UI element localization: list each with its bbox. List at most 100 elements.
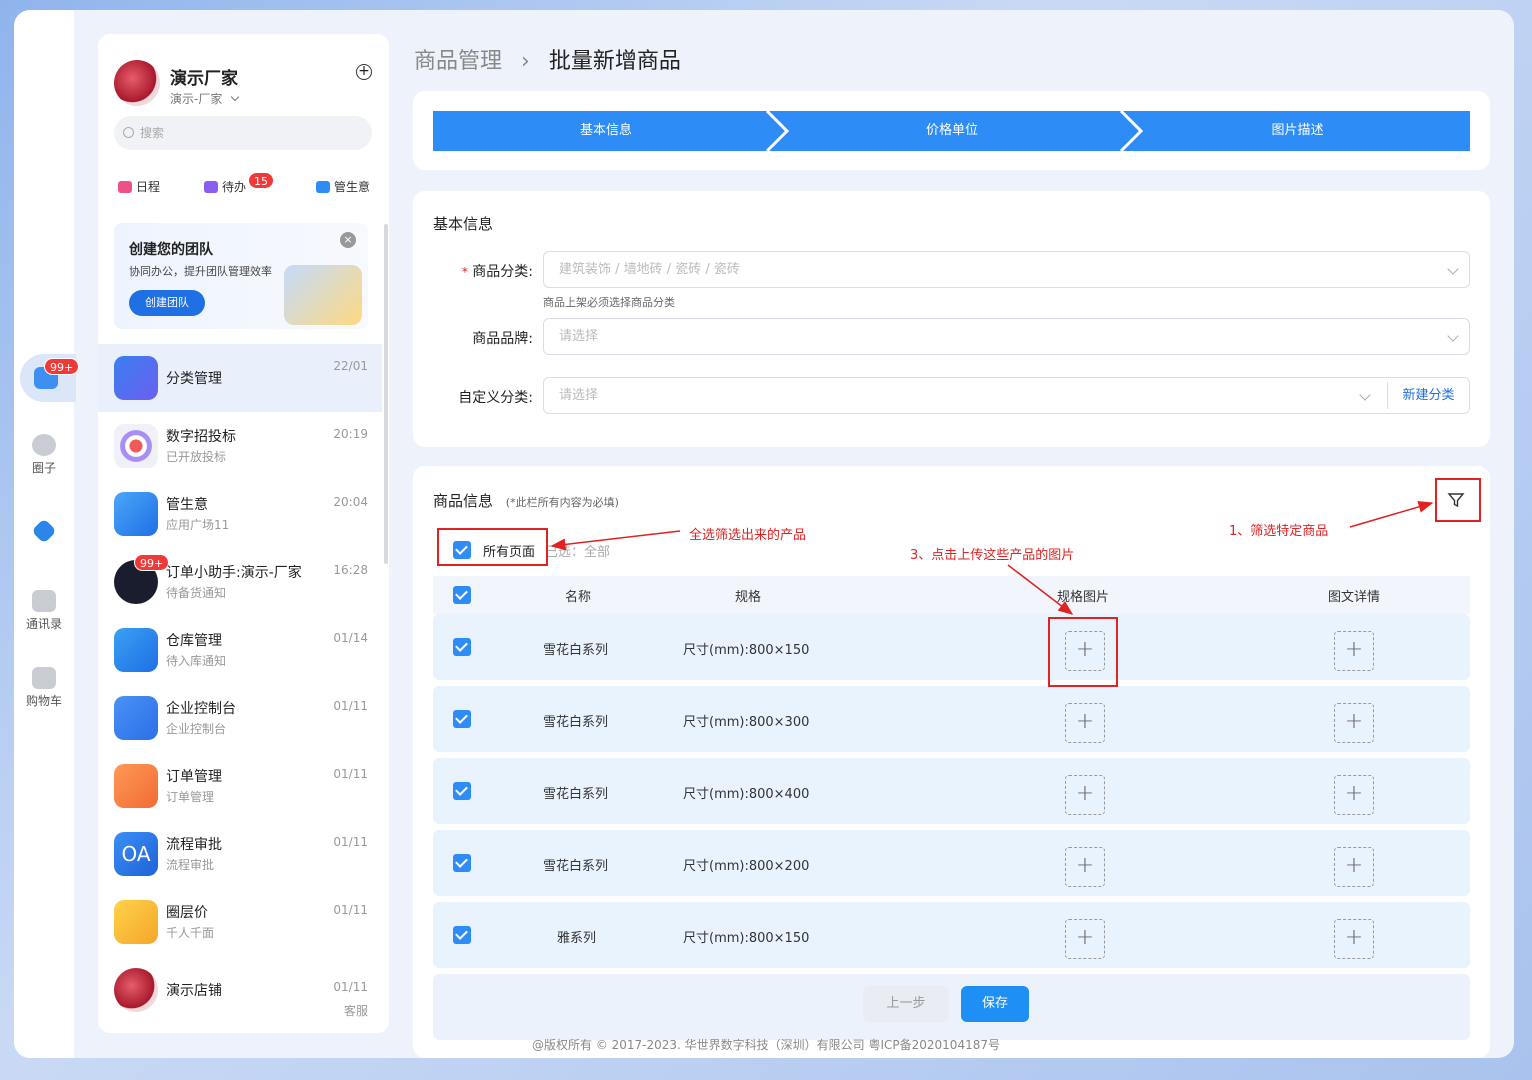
- detail-upload[interactable]: +: [1334, 703, 1374, 743]
- create-team-banner: 创建您的团队 协同办公，提升团队管理效率 创建团队 ×: [114, 223, 368, 329]
- save-button[interactable]: 保存: [961, 986, 1029, 1022]
- list-item-time: 01/11: [333, 767, 368, 781]
- rail-label-contacts: 通讯录: [25, 617, 62, 631]
- list-item-time: 16:28: [333, 563, 368, 577]
- select-all-checkbox[interactable]: [453, 586, 471, 604]
- search-placeholder: 搜索: [140, 126, 165, 140]
- list-item-title: 订单管理: [166, 769, 222, 785]
- cart-icon: [32, 667, 56, 689]
- list-item[interactable]: 企业控制台 企业控制台 01/11: [98, 684, 382, 752]
- th-detail: 图文详情: [1328, 590, 1381, 605]
- annotation-box-select-all: [437, 528, 548, 566]
- breadcrumb: 商品管理 › 批量新增商品: [414, 43, 681, 75]
- store-avatar: [114, 968, 158, 1012]
- quick-biz-label: 管生意: [334, 180, 371, 194]
- oa-app-icon: OA: [114, 832, 158, 876]
- step-price[interactable]: 价格单位: [779, 111, 1125, 151]
- prev-step-button[interactable]: 上一步: [863, 986, 949, 1022]
- annotation-2: 全选筛选出来的产品: [689, 528, 807, 543]
- brand-select[interactable]: 请选择: [543, 318, 1470, 355]
- avatar[interactable]: [114, 60, 160, 106]
- th-spec: 规格: [735, 590, 762, 605]
- list-item-sub: 应用广场11: [166, 518, 230, 532]
- step-image[interactable]: 图片描述: [1125, 111, 1470, 151]
- list-item-time: 20:19: [333, 427, 368, 441]
- rail-item-circle[interactable]: 圈子: [14, 434, 74, 476]
- spec-image-upload[interactable]: +: [1065, 775, 1105, 815]
- spec-image-upload[interactable]: +: [1065, 847, 1105, 887]
- step-arrow-2: [1119, 111, 1144, 151]
- quick-schedule[interactable]: 日程: [118, 178, 160, 195]
- annotation-3: 3、点击上传这些产品的图片: [910, 548, 1075, 563]
- search-icon: [123, 127, 134, 138]
- category-value: 建筑装饰 / 墙地砖 / 瓷砖 / 瓷砖: [559, 262, 740, 277]
- list-item-title: 仓库管理: [166, 633, 222, 649]
- chevron-down-icon: [1359, 389, 1371, 401]
- row-checkbox[interactable]: [453, 782, 471, 800]
- row-checkbox[interactable]: [453, 926, 471, 944]
- table-row: 雅系列 尺寸(mm):800×150 + +: [433, 902, 1470, 968]
- list-item[interactable]: 圈层价 千人千面 01/11: [98, 888, 382, 956]
- user-switch[interactable]: 演示-厂家: [170, 90, 240, 107]
- row-spec: 尺寸(mm):800×300: [683, 715, 810, 730]
- list-item[interactable]: 分类管理 22/01: [98, 344, 382, 412]
- warehouse-app-icon: [114, 628, 158, 672]
- panel-scrollbar[interactable]: [384, 224, 388, 564]
- breadcrumb-parent[interactable]: 商品管理: [414, 49, 502, 74]
- row-name: 雪花白系列: [543, 787, 609, 802]
- row-name: 雅系列: [557, 931, 597, 946]
- custom-category-select[interactable]: 请选择 新建分类: [543, 377, 1470, 414]
- breadcrumb-separator: ›: [521, 49, 530, 74]
- target-app-icon: [114, 424, 158, 468]
- list-item-sub: 流程审批: [166, 858, 215, 872]
- close-icon[interactable]: ×: [340, 232, 356, 248]
- category-label-text: 商品分类:: [472, 264, 533, 280]
- detail-upload[interactable]: +: [1334, 775, 1374, 815]
- rail-item-chat[interactable]: 99+: [20, 354, 80, 402]
- list-item[interactable]: 仓库管理 待入库通知 01/14: [98, 616, 382, 684]
- calendar-icon: [118, 181, 132, 193]
- quick-todo-label: 待办: [222, 180, 247, 194]
- add-icon[interactable]: +: [356, 64, 372, 80]
- goods-title-text: 商品信息: [433, 492, 494, 510]
- todo-badge: 15: [248, 172, 274, 189]
- chat-badge: 99+: [44, 358, 80, 375]
- rail-item-cart[interactable]: 购物车: [14, 667, 74, 709]
- list-item-sub: 待入库通知: [166, 654, 227, 668]
- quick-todo[interactable]: 待办 15: [204, 172, 274, 195]
- list-item[interactable]: 管生意 应用广场11 20:04: [98, 480, 382, 548]
- todo-icon: [204, 181, 218, 193]
- row-name: 雪花白系列: [543, 859, 609, 874]
- planet-icon: [32, 434, 56, 456]
- message-panel: 演示厂家 演示-厂家 + 搜索 日程 待办 15 管生意 创建您的团队 协同办公…: [98, 34, 389, 1033]
- custom-category-label: 自定义分类:: [458, 390, 533, 406]
- quick-biz[interactable]: 管生意: [316, 178, 370, 195]
- list-item[interactable]: 订单管理 订单管理 01/11: [98, 752, 382, 820]
- chevron-down-icon: [1447, 263, 1459, 275]
- rail-item-contacts[interactable]: 通讯录: [14, 590, 74, 632]
- basic-info-card: 基本信息 * 商品分类: 建筑装饰 / 墙地砖 / 瓷砖 / 瓷砖 商品上架必须…: [413, 191, 1490, 447]
- detail-upload[interactable]: +: [1334, 631, 1374, 671]
- list-item-title: 企业控制台: [166, 701, 236, 717]
- new-category-button[interactable]: 新建分类: [1387, 382, 1469, 409]
- list-item[interactable]: 数字招投标 已开放投标 20:19: [98, 412, 382, 480]
- spec-image-upload[interactable]: +: [1065, 703, 1105, 743]
- annotation-box-upload: [1048, 617, 1118, 687]
- create-team-button[interactable]: 创建团队: [129, 290, 205, 316]
- row-checkbox[interactable]: [453, 710, 471, 728]
- category-select[interactable]: 建筑装饰 / 墙地砖 / 瓷砖 / 瓷砖: [543, 251, 1470, 288]
- rail-item-biz[interactable]: [14, 518, 74, 544]
- detail-upload[interactable]: +: [1334, 919, 1374, 959]
- row-checkbox[interactable]: [453, 638, 471, 656]
- search-input[interactable]: 搜索: [114, 116, 372, 150]
- spec-image-upload[interactable]: +: [1065, 919, 1105, 959]
- rail-label-cart: 购物车: [25, 694, 62, 708]
- list-item[interactable]: 演示店铺 01/11 客服: [98, 956, 382, 1024]
- row-spec: 尺寸(mm):800×150: [683, 643, 810, 658]
- list-item[interactable]: OA 流程审批 流程审批 01/11: [98, 820, 382, 888]
- list-item-time: 01/14: [333, 631, 368, 645]
- row-checkbox[interactable]: [453, 854, 471, 872]
- list-item[interactable]: 99+ 订单小助手:演示-厂家 待备货通知 16:28: [98, 548, 382, 616]
- detail-upload[interactable]: +: [1334, 847, 1374, 887]
- step-basic[interactable]: 基本信息: [433, 111, 779, 151]
